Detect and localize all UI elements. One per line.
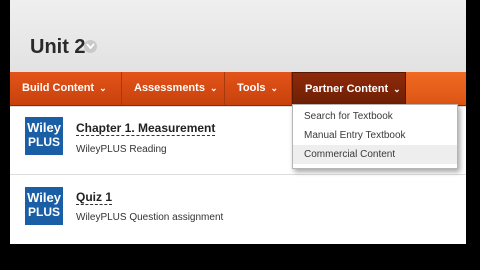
- nav-bar-end: [406, 72, 466, 105]
- logo-line: Wiley: [27, 190, 61, 205]
- logo-line: Wiley: [27, 120, 61, 135]
- nav-partner-content[interactable]: Partner Content ⌄: [292, 72, 406, 105]
- content-item-title[interactable]: Quiz 1: [76, 190, 113, 205]
- nav-label: Tools: [237, 82, 266, 94]
- page-title: Unit 2: [30, 36, 86, 58]
- nav-build-content[interactable]: Build Content ⌄: [10, 72, 122, 105]
- course-screen: Unit 2 Build Content ⌄ Assessments ⌄ Tools…: [10, 0, 466, 244]
- chevron-down-icon: ⌄: [393, 84, 401, 94]
- chevron-down-icon: ⌄: [99, 83, 107, 93]
- unit-header: Unit 2: [10, 0, 466, 72]
- content-item: Wiley PLUS Quiz 1 WileyPLUS Question ass…: [10, 174, 466, 241]
- content-item-title[interactable]: Chapter 1. Measurement: [76, 121, 216, 136]
- wileyplus-logo: Wiley PLUS: [25, 117, 63, 155]
- nav-label: Partner Content: [305, 83, 389, 95]
- chevron-down-icon: ⌄: [209, 83, 218, 93]
- nav-label: Build Content: [22, 82, 95, 94]
- chevron-down-icon: ⌄: [270, 83, 279, 93]
- nav-tools[interactable]: Tools ⌄: [225, 72, 292, 105]
- chevron-down-icon[interactable]: [84, 40, 97, 53]
- logo-line: PLUS: [27, 205, 60, 219]
- course-menu-bar: Build Content ⌄ Assessments ⌄ Tools ⌄ Partn…: [10, 72, 466, 106]
- nav-label: Assessments: [134, 82, 205, 94]
- partner-content-dropdown: Search for Textbook Manual Entry Textboo…: [292, 104, 458, 169]
- content-item-subtitle: WileyPLUS Question assignment: [76, 212, 224, 223]
- menu-item-manual-entry-textbook[interactable]: Manual Entry Textbook: [293, 126, 457, 145]
- menu-item-search-textbook[interactable]: Search for Textbook: [293, 107, 457, 126]
- logo-line: PLUS: [27, 135, 60, 149]
- nav-assessments[interactable]: Assessments ⌄: [122, 72, 225, 105]
- wileyplus-logo: Wiley PLUS: [25, 187, 63, 225]
- content-item-subtitle: WileyPLUS Reading: [76, 144, 167, 155]
- menu-item-commercial-content[interactable]: Commercial Content: [293, 145, 457, 164]
